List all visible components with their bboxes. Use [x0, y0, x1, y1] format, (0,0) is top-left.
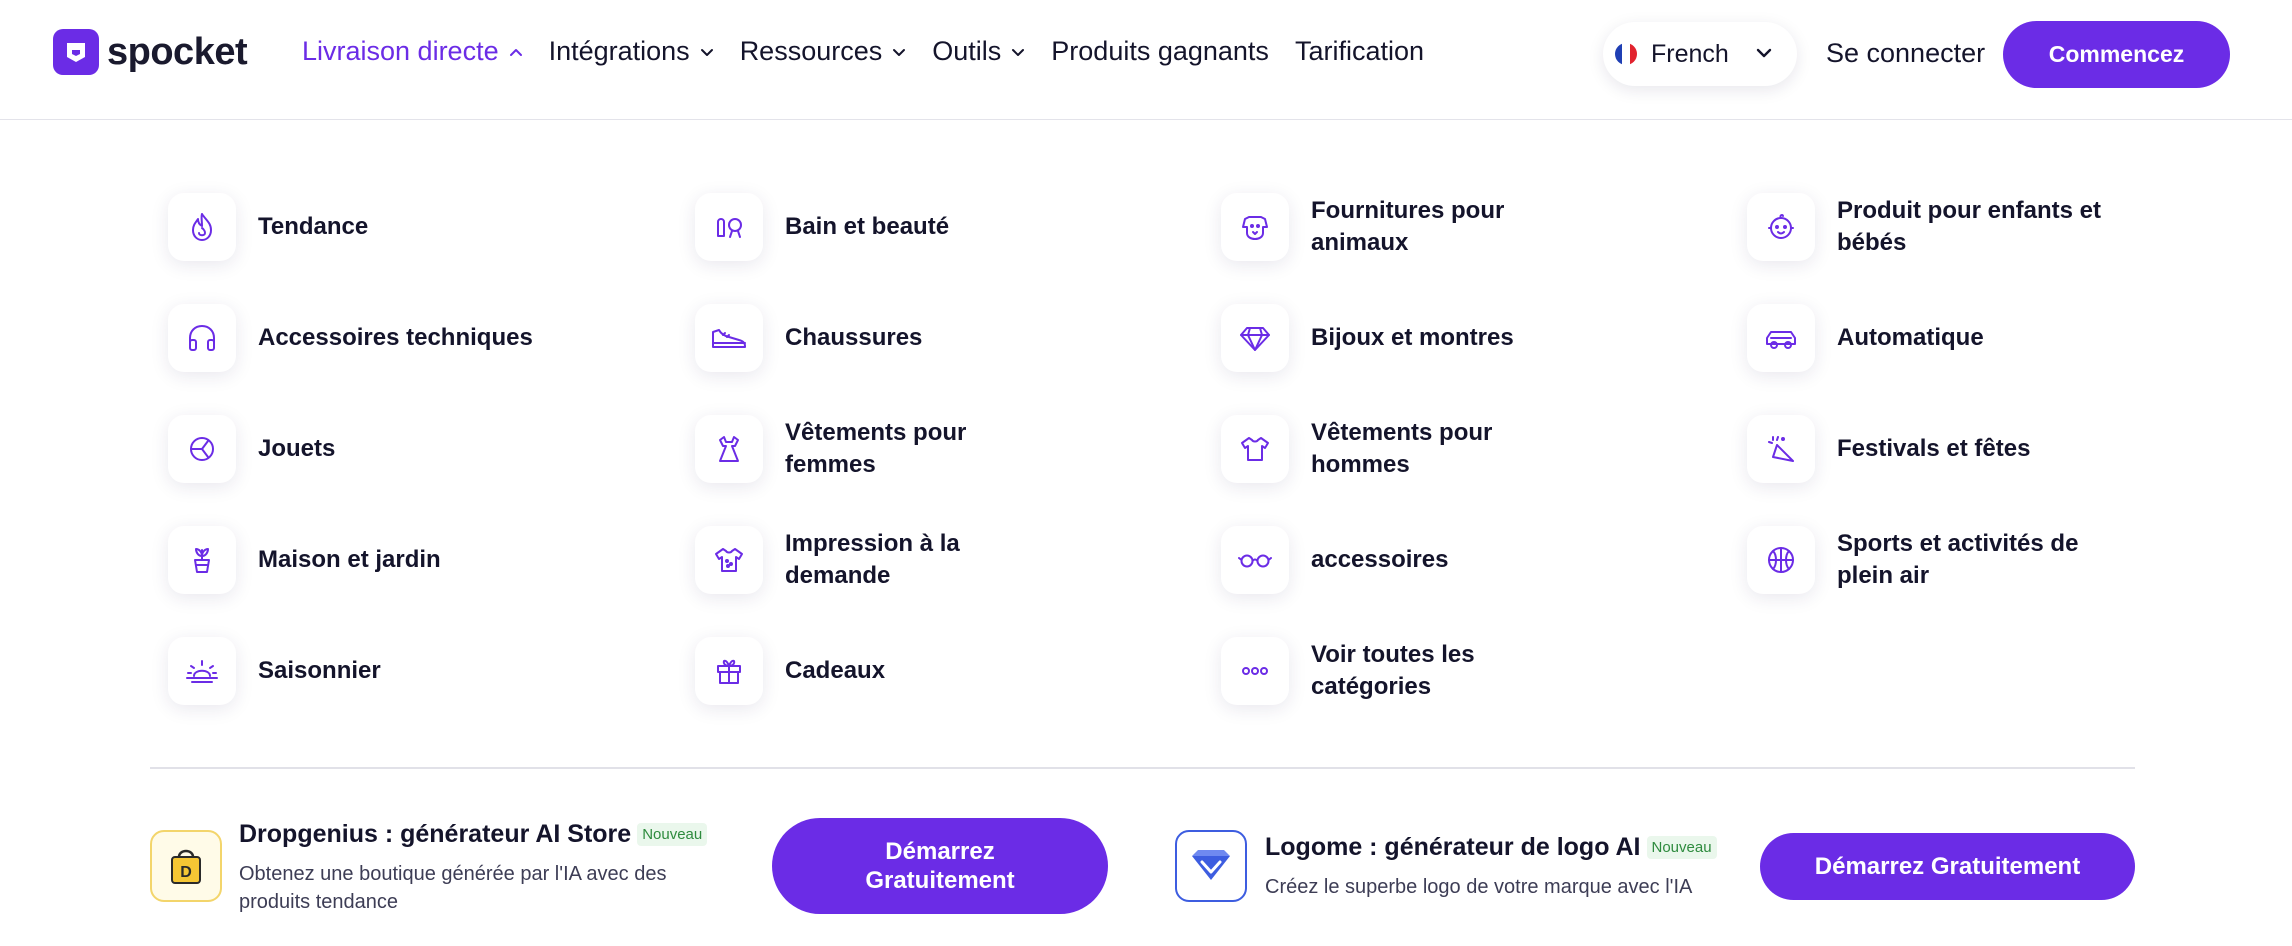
- chevron-down-icon: [1012, 48, 1025, 56]
- category-chaussures[interactable]: Chaussures: [695, 304, 922, 372]
- category-label: accessoires: [1311, 546, 1449, 573]
- new-badge: Nouveau: [637, 823, 708, 846]
- sunrise-icon: [168, 637, 236, 705]
- dropgenius-start-button[interactable]: Démarrez Gratuitement: [772, 818, 1108, 914]
- dress-icon: [695, 415, 763, 483]
- logo-wordmark: spocket: [107, 30, 248, 73]
- category-label: Voir toutes les catégories: [1311, 641, 1475, 700]
- tshirt-icon: [1221, 415, 1289, 483]
- category-voir-toutes[interactable]: Voir toutes les catégories: [1221, 637, 1511, 705]
- category-label: Festivals et fêtes: [1837, 435, 2031, 462]
- category-bain-beaute[interactable]: Bain et beauté: [695, 193, 949, 261]
- main-nav: Livraison directe Intégrations Ressource…: [302, 36, 1450, 67]
- chevron-up-icon: [509, 48, 522, 56]
- category-automatique[interactable]: Automatique: [1747, 304, 1984, 372]
- new-badge: Nouveau: [1646, 836, 1717, 859]
- nav-label: Outils: [932, 36, 1002, 66]
- diamond-icon: [1221, 304, 1289, 372]
- spocket-logo-icon: [53, 29, 99, 75]
- category-accessoires-techniques[interactable]: Accessoires techniques: [168, 304, 533, 372]
- headphones-icon: [168, 304, 236, 372]
- get-started-button[interactable]: Commencez: [2003, 21, 2230, 88]
- category-label: Saisonnier: [258, 657, 381, 684]
- dog-icon: [1221, 193, 1289, 261]
- chevron-down-icon: [700, 48, 713, 56]
- category-cadeaux[interactable]: Cadeaux: [695, 637, 885, 705]
- category-label: Vêtements pour femmes: [785, 419, 967, 478]
- category-label: Bijoux et montres: [1311, 324, 1514, 351]
- logome-start-button[interactable]: Démarrez Gratuitement: [1760, 833, 2135, 900]
- promo-title: Dropgenius : générateur AI Store Nouveau: [239, 820, 708, 849]
- category-bijoux-montres[interactable]: Bijoux et montres: [1221, 304, 1514, 372]
- category-impression-demande[interactable]: Impression à la demande: [695, 526, 985, 594]
- category-festivals-fetes[interactable]: Festivals et fêtes: [1747, 415, 2030, 483]
- category-animaux[interactable]: Fournitures pour animaux: [1221, 193, 1531, 261]
- ball-icon: [1747, 526, 1815, 594]
- glasses-icon: [1221, 526, 1289, 594]
- dropgenius-bag-icon: D: [150, 830, 222, 902]
- promo-title: Logome : générateur de logo AI Nouveau: [1265, 833, 1717, 862]
- category-tendance[interactable]: Tendance: [168, 193, 368, 261]
- category-saisonnier[interactable]: Saisonnier: [168, 637, 381, 705]
- plant-icon: [168, 526, 236, 594]
- category-label: Tendance: [258, 213, 369, 240]
- language-selector[interactable]: French: [1603, 22, 1797, 86]
- svg-text:D: D: [180, 864, 192, 881]
- category-label: Jouets: [258, 435, 336, 462]
- spocket-logo[interactable]: spocket: [53, 29, 248, 75]
- chevron-down-icon: [893, 48, 906, 56]
- toy-icon: [168, 415, 236, 483]
- car-icon: [1747, 304, 1815, 372]
- nav-ressources[interactable]: Ressources: [740, 36, 907, 67]
- nav-produits-gagnants[interactable]: Produits gagnants: [1051, 36, 1269, 67]
- nav-label: Ressources: [739, 36, 883, 66]
- nav-label: Tarification: [1294, 36, 1424, 66]
- nav-livraison-directe[interactable]: Livraison directe: [302, 36, 523, 67]
- nav-label: Livraison directe: [302, 36, 499, 66]
- category-label: Maison et jardin: [258, 546, 441, 573]
- category-maison-jardin[interactable]: Maison et jardin: [168, 526, 441, 594]
- category-accessoires[interactable]: accessoires: [1221, 526, 1448, 594]
- category-label: Automatique: [1837, 324, 1984, 351]
- promo-description: Obtenez une boutique générée par l'IA av…: [239, 863, 667, 913]
- category-vetements-hommes[interactable]: Vêtements pour hommes: [1221, 415, 1521, 483]
- category-label: Chaussures: [785, 324, 923, 351]
- category-label: Produit pour enfants et bébés: [1837, 197, 2101, 256]
- baby-icon: [1747, 193, 1815, 261]
- category-label: Fournitures pour animaux: [1311, 197, 1505, 256]
- print-shirt-icon: [695, 526, 763, 594]
- shoe-icon: [695, 304, 763, 372]
- category-jouets[interactable]: Jouets: [168, 415, 335, 483]
- logome-diamond-icon: [1175, 830, 1247, 902]
- more-dots-icon: [1221, 637, 1289, 705]
- chevron-down-icon: [1756, 48, 1772, 58]
- category-label: Bain et beauté: [785, 213, 950, 240]
- nav-integrations[interactable]: Intégrations: [549, 36, 714, 67]
- top-navigation: spocket Livraison directe Intégrations R…: [0, 0, 2292, 120]
- category-enfants-bebes[interactable]: Produit pour enfants et bébés: [1747, 193, 2127, 261]
- category-sports-plein-air[interactable]: Sports et activités de plein air: [1747, 526, 2097, 594]
- nav-tarification[interactable]: Tarification: [1295, 36, 1424, 67]
- category-vetements-femmes[interactable]: Vêtements pour femmes: [695, 415, 995, 483]
- nav-label: Produits gagnants: [1051, 36, 1269, 66]
- nav-label: Intégrations: [548, 36, 690, 66]
- category-label: Accessoires techniques: [258, 324, 533, 351]
- promo-title-text: Logome : générateur de logo AI: [1265, 833, 1641, 861]
- french-flag-icon: [1615, 43, 1637, 65]
- divider: [150, 767, 2135, 769]
- category-label: Sports et activités de plein air: [1837, 530, 2079, 589]
- category-label: Vêtements pour hommes: [1311, 419, 1493, 478]
- category-label: Impression à la demande: [785, 530, 960, 589]
- beauty-icon: [695, 193, 763, 261]
- nav-outils[interactable]: Outils: [932, 36, 1025, 67]
- login-link[interactable]: Se connecter: [1826, 38, 1985, 69]
- gift-icon: [695, 637, 763, 705]
- flame-icon: [168, 193, 236, 261]
- promo-description: Créez le superbe logo de votre marque av…: [1265, 876, 1693, 898]
- promo-title-text: Dropgenius : générateur AI Store: [239, 820, 632, 848]
- category-label: Cadeaux: [785, 657, 886, 684]
- language-label: French: [1651, 39, 1729, 68]
- party-icon: [1747, 415, 1815, 483]
